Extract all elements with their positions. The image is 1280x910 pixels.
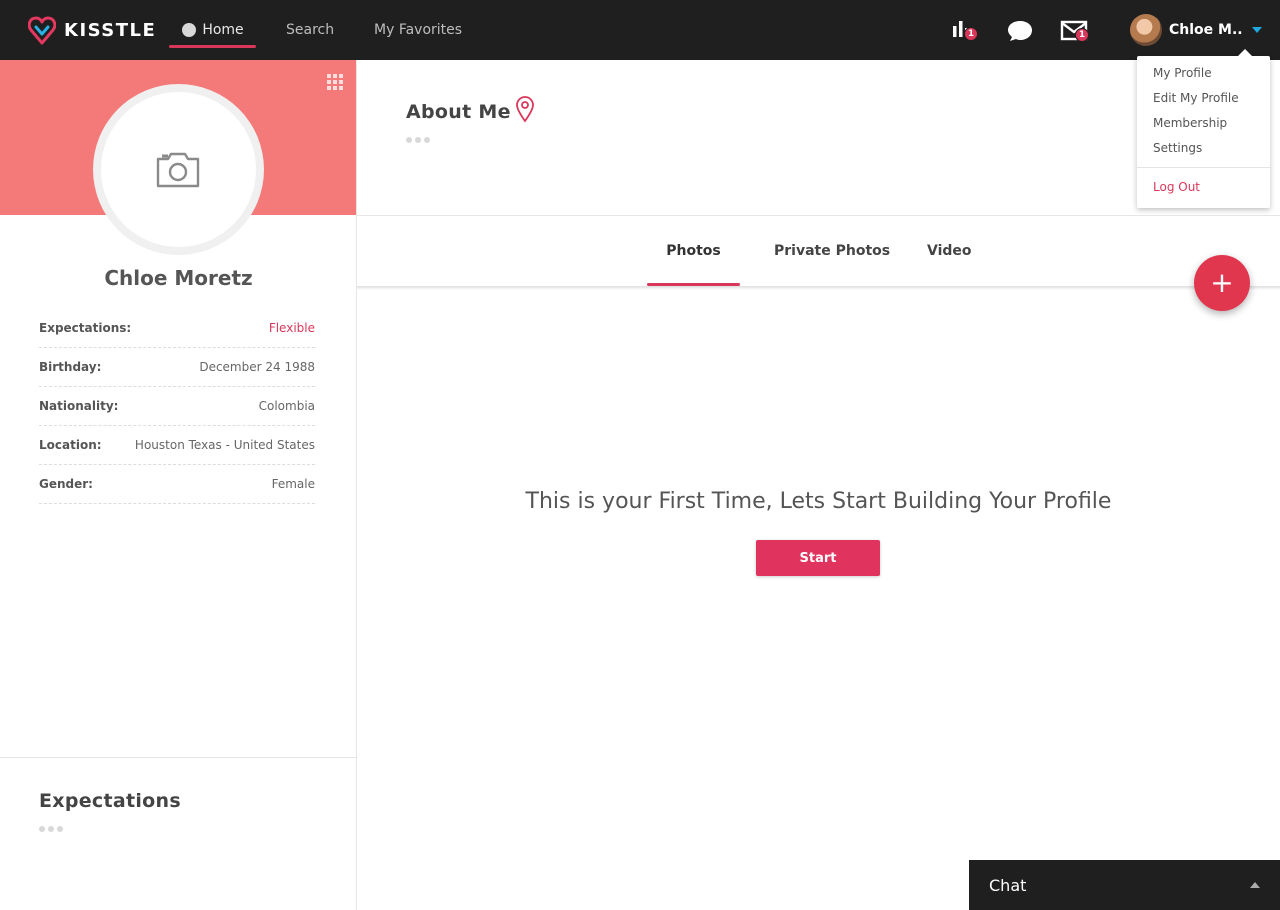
chat-bubble-icon — [1008, 21, 1032, 41]
stats-badge: 1 — [964, 27, 978, 41]
logo-heart-icon — [28, 16, 56, 45]
mail-button[interactable]: 1 — [1060, 16, 1090, 46]
menu-item-settings[interactable]: Settings — [1153, 141, 1202, 155]
empty-state-headline: This is your First Time, Lets Start Buil… — [525, 489, 1112, 514]
nav-search[interactable]: Search — [286, 0, 334, 60]
about-me-more-icon[interactable] — [406, 137, 430, 143]
user-menu-toggle[interactable]: Chloe M.. — [1130, 13, 1262, 47]
home-status-dot-icon — [182, 23, 197, 37]
sidebar-divider — [0, 757, 357, 758]
nav-home[interactable]: Home — [170, 0, 256, 60]
menu-divider — [1137, 167, 1270, 168]
info-value: Flexible — [268, 321, 315, 335]
info-value: Colombia — [258, 399, 315, 413]
info-label: Birthday: — [39, 360, 102, 374]
info-value: December 24 1988 — [199, 360, 315, 374]
start-button[interactable]: Start — [756, 540, 880, 576]
about-me-title: About Me — [406, 101, 511, 123]
user-name: Chloe M.. — [1169, 22, 1243, 38]
brand-name: KISSTLE — [64, 19, 157, 41]
apps-grid-icon[interactable] — [327, 74, 343, 90]
info-row-location: Location: Houston Texas - United States — [39, 426, 315, 465]
nav-home-label: Home — [202, 22, 244, 38]
info-label: Gender: — [39, 477, 93, 491]
location-pin-icon — [516, 96, 534, 123]
expectations-more-icon[interactable] — [39, 826, 63, 832]
camera-icon — [156, 152, 200, 188]
nav-my-favorites[interactable]: My Favorites — [374, 0, 462, 60]
chat-panel-toggle[interactable]: Chat — [969, 860, 1280, 910]
chevron-up-icon — [1250, 882, 1260, 888]
info-value: Female — [271, 477, 315, 491]
info-label: Expectations: — [39, 321, 132, 335]
caret-down-icon — [1251, 27, 1262, 33]
info-row-birthday: Birthday: December 24 1988 — [39, 348, 315, 387]
tab-photos[interactable]: Photos — [647, 216, 740, 286]
info-row-gender: Gender: Female — [39, 465, 315, 504]
chat-button[interactable] — [1006, 16, 1036, 46]
add-media-button[interactable]: + — [1194, 255, 1250, 311]
menu-item-my-profile[interactable]: My Profile — [1153, 66, 1212, 80]
tabs-shadow — [357, 286, 1280, 290]
stats-button[interactable]: 1 — [950, 16, 980, 46]
info-label: Nationality: — [39, 399, 119, 413]
brand-logo[interactable]: KISSTLE — [28, 14, 156, 46]
sidebar-border — [356, 60, 357, 910]
info-value: Houston Texas - United States — [134, 438, 315, 452]
nav-active-indicator — [169, 45, 256, 48]
tab-video[interactable]: Video — [927, 216, 972, 286]
user-dropdown-menu: My Profile Edit My Profile Membership Se… — [1137, 49, 1270, 208]
expectations-title: Expectations — [39, 790, 181, 812]
chat-label: Chat — [989, 876, 1027, 895]
top-navigation-bar: KISSTLE Home Search My Favorites 1 1 Chl… — [0, 0, 1280, 60]
menu-item-log-out[interactable]: Log Out — [1153, 180, 1200, 194]
menu-item-edit-profile[interactable]: Edit My Profile — [1153, 91, 1239, 105]
info-row-expectations: Expectations: Flexible — [39, 309, 315, 348]
info-row-nationality: Nationality: Colombia — [39, 387, 315, 426]
menu-item-membership[interactable]: Membership — [1153, 116, 1227, 130]
tab-private-photos[interactable]: Private Photos — [774, 216, 890, 286]
profile-name: Chloe Moretz — [104, 266, 253, 290]
mail-badge: 1 — [1075, 28, 1089, 42]
info-label: Location: — [39, 438, 102, 452]
avatar — [1130, 14, 1162, 46]
